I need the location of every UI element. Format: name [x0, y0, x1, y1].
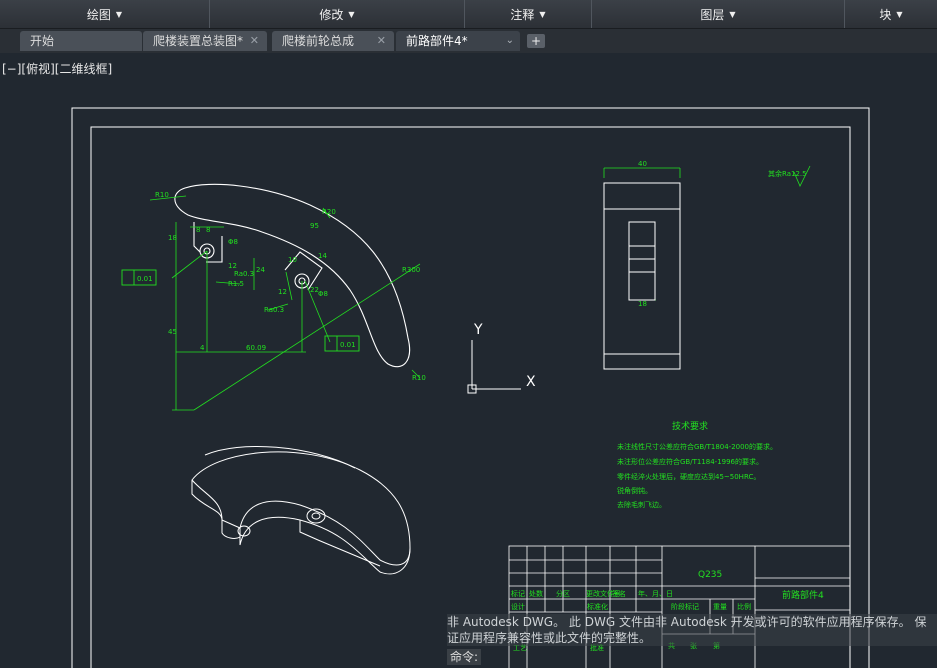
- roughness-ra-1: Ra0.3: [234, 270, 254, 278]
- ribbon-panel-block[interactable]: 块 ▼: [845, 0, 937, 28]
- tb-stage-mark: 阶段标记: [671, 602, 699, 611]
- ribbon-panel-label: 绘图: [86, 7, 111, 22]
- dim-4: 4: [200, 344, 205, 352]
- dimension-lines: [149, 165, 811, 411]
- ucs-icon: [467, 340, 521, 394]
- ribbon-panel-draw[interactable]: 绘图 ▼: [0, 0, 210, 28]
- ribbon-panel-layers[interactable]: 图层 ▼: [592, 0, 845, 28]
- new-tab-button[interactable]: +: [527, 34, 545, 48]
- command-history: 非 Autodesk DWG。 此 DWG 文件由非 Autodesk 开发或许…: [447, 614, 937, 646]
- ribbon-panel-annotate[interactable]: 注释 ▼: [465, 0, 592, 28]
- tb-standardize: 标准化: [587, 602, 608, 611]
- roughness-ra-2: Ra0.3: [264, 306, 284, 314]
- tab-assembly[interactable]: 爬楼装置总装图* ✕: [143, 31, 267, 51]
- tab-label: 开始: [30, 34, 55, 48]
- dim-r20: R20: [322, 208, 336, 216]
- tb-header-sign: 签名: [612, 589, 626, 598]
- tech-requirement-line: 未注形位公差应符合GB/T1184-1996的要求。: [617, 457, 763, 466]
- tab-label: 爬楼前轮总成: [282, 34, 355, 48]
- dim-8: 8: [206, 226, 210, 234]
- caret-down-icon: ▼: [896, 9, 903, 19]
- file-tab-bar: 开始 爬楼装置总装图* ✕ 爬楼前轮总成 ✕ 前路部件4* ⌄: [0, 29, 937, 53]
- dim-r1-5: R1.5: [228, 280, 244, 288]
- tb-weight: 重量: [713, 603, 727, 611]
- dim-18: 18: [638, 300, 647, 308]
- tolerance-value-1: 0.01: [137, 275, 153, 283]
- tab-label: 前路部件4*: [406, 34, 468, 48]
- tech-requirement-line: 未注线性尺寸公差应符合GB/T1804-2000的要求。: [617, 442, 777, 451]
- part-top-view: [174, 183, 410, 368]
- part-isometric-view: [191, 445, 411, 575]
- dim-10: 10: [288, 256, 297, 264]
- dim-45: 45: [168, 328, 177, 336]
- roughness-note: 其余Ra12.5: [768, 169, 807, 178]
- ribbon-panel-bar: 绘图 ▼ 修改 ▼ 注释 ▼ 图层 ▼ 块 ▼: [0, 0, 937, 29]
- close-icon[interactable]: ✕: [250, 31, 259, 51]
- dim-r10-bottom: R10: [412, 374, 426, 382]
- ribbon-panel-modify[interactable]: 修改 ▼: [210, 0, 465, 28]
- dim-24: 24: [256, 266, 265, 274]
- ucs-y-label: Y: [473, 322, 483, 338]
- part-name-label: 前路部件4: [782, 589, 824, 601]
- tech-requirement-line: 去除毛刺飞边。: [617, 500, 666, 509]
- ribbon-panel-label: 修改: [319, 7, 344, 22]
- dim-18b: 18: [168, 234, 177, 242]
- caret-down-icon: ▼: [729, 9, 736, 19]
- tb-design: 设计: [511, 602, 525, 611]
- tech-requirement-line: 锐角倒钝。: [617, 486, 652, 495]
- dim-phi-1: Φ8: [228, 238, 238, 246]
- ucs-x-label: X: [526, 374, 536, 390]
- dim-12b: 12: [228, 262, 237, 270]
- tb-header-mark: 标记: [511, 589, 525, 598]
- material-label: Q235: [698, 570, 722, 580]
- dim-12: 12: [278, 288, 287, 296]
- tech-requirements-title: 技术要求: [672, 420, 708, 432]
- tab-part-4[interactable]: 前路部件4* ⌄: [396, 31, 520, 51]
- caret-down-icon: ▼: [539, 9, 546, 19]
- command-prompt[interactable]: 命令:: [447, 649, 482, 665]
- tb-scale: 比例: [737, 602, 751, 611]
- ribbon-panel-label: 注释: [510, 7, 535, 22]
- dim-40: 40: [638, 160, 647, 168]
- sheet-inner-border: [90, 126, 851, 668]
- dim-14: 14: [318, 252, 327, 260]
- dim-60: 60.09: [246, 344, 266, 352]
- plus-icon: +: [530, 34, 542, 48]
- dim-phi-2: Φ8: [318, 290, 328, 298]
- part-side-view: [603, 182, 681, 370]
- ribbon-panel-label: 图层: [700, 7, 725, 22]
- tb-header-zone: 分区: [556, 589, 570, 598]
- tech-requirement-line: 零件经淬火处理后，硬度应达到45~50HRC。: [617, 472, 760, 481]
- tb-header-count: 处数: [529, 589, 543, 598]
- drawing-canvas[interactable]: R10 R20 R300 R10 45 40 18 18 14 12 10 12…: [0, 55, 937, 668]
- tab-start[interactable]: 开始: [20, 31, 142, 51]
- close-icon[interactable]: ✕: [377, 31, 386, 51]
- dim-95: 95: [310, 222, 319, 230]
- tab-front-wheel[interactable]: 爬楼前轮总成 ✕: [272, 31, 394, 51]
- chevron-down-icon[interactable]: ⌄: [506, 31, 514, 51]
- dim-r300: R300: [402, 266, 420, 274]
- dim-8b: 8: [196, 226, 200, 234]
- tolerance-value-2: 0.01: [340, 341, 356, 349]
- caret-down-icon: ▼: [348, 9, 355, 19]
- ribbon-panel-label: 块: [879, 7, 892, 22]
- caret-down-icon: ▼: [115, 9, 123, 19]
- sheet-outer-border: [71, 107, 870, 668]
- tb-header-date: 年、月、日: [638, 589, 673, 598]
- tab-label: 爬楼装置总装图*: [153, 34, 244, 48]
- dim-r10-top: R10: [155, 191, 169, 199]
